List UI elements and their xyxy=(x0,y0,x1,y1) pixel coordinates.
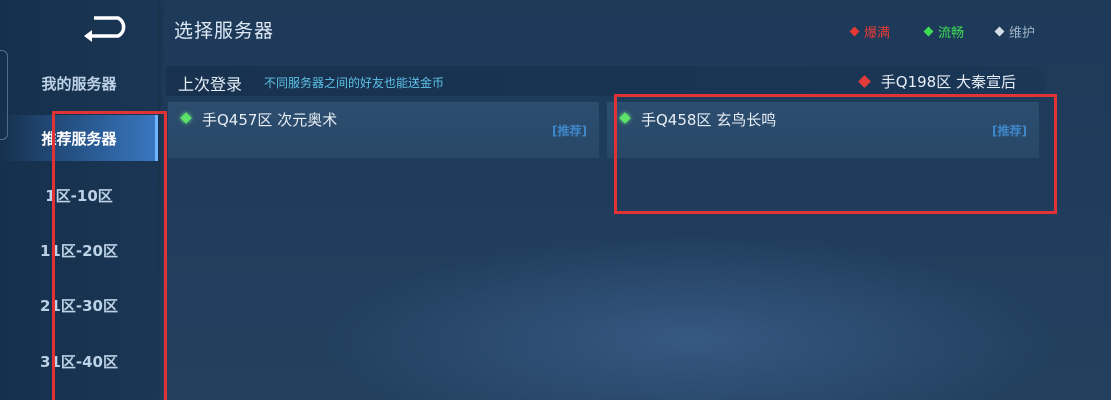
highlight-box-sidebar xyxy=(52,111,167,400)
recommended-tag: [推荐] xyxy=(552,124,587,138)
server-card[interactable]: 手Q457区 次元奥术 [推荐] xyxy=(168,102,599,158)
highlight-box-server xyxy=(614,94,1057,214)
full-status-icon xyxy=(849,26,860,37)
smooth-status-icon xyxy=(923,26,934,37)
legend-full: 爆满 xyxy=(849,22,891,41)
last-login-server-name: 手Q198区 大秦宣后 xyxy=(880,73,1016,91)
last-login-tip: 不同服务器之间的好友也能送金币 xyxy=(264,76,445,90)
sidebar-item-label: 我的服务器 xyxy=(41,74,117,93)
page-title: 选择服务器 xyxy=(174,20,275,42)
back-button[interactable] xyxy=(80,12,132,42)
legend-label-full: 爆满 xyxy=(864,26,891,41)
legend-label-maintenance: 维护 xyxy=(1009,26,1036,41)
smooth-status-icon xyxy=(180,112,192,124)
last-login-bar: 上次登录 不同服务器之间的好友也能送金币 手Q198区 大秦宣后 xyxy=(166,66,1046,96)
sidebar-item-my-servers[interactable]: 我的服务器 xyxy=(0,60,158,106)
legend-maintenance: 维护 xyxy=(994,22,1036,41)
legend-label-smooth: 流畅 xyxy=(938,26,965,41)
full-status-icon xyxy=(857,75,871,88)
last-login-server[interactable]: 手Q198区 大秦宣后 xyxy=(857,71,1016,92)
legend-smooth: 流畅 xyxy=(923,22,965,41)
back-arrow-icon xyxy=(84,16,126,42)
last-login-title: 上次登录 xyxy=(178,75,243,94)
server-name: 手Q457区 次元奥术 xyxy=(202,111,338,129)
maintenance-status-icon xyxy=(994,26,1005,37)
